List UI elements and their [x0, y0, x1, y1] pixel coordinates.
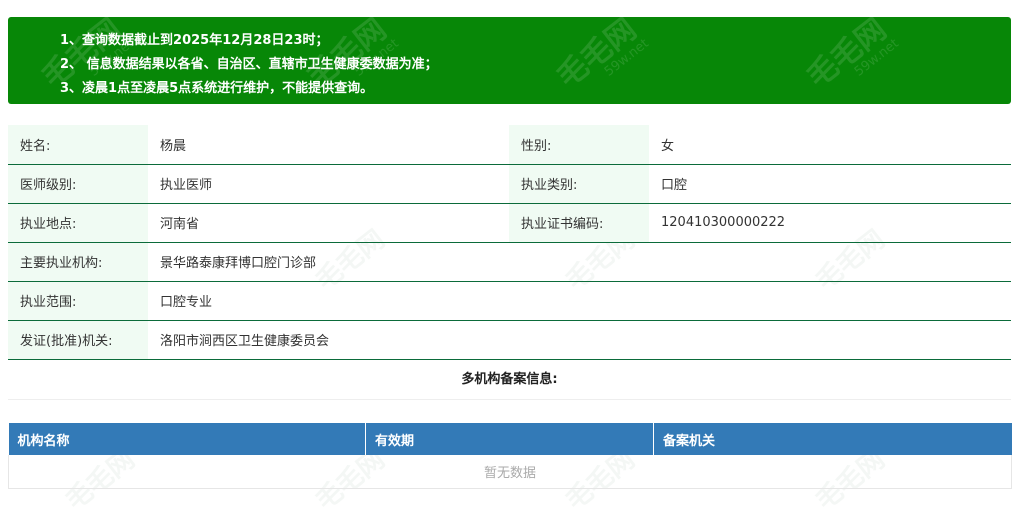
column-header-institution: 机构名称: [8, 423, 366, 455]
location-value: 河南省: [148, 203, 509, 243]
cert-value: 120410300000222: [649, 203, 1011, 243]
table-row: 暂无数据: [8, 455, 1012, 489]
scope-value: 口腔专业: [148, 281, 1011, 321]
cert-label: 执业证书编码:: [509, 203, 649, 243]
gender-value: 女: [649, 125, 1011, 165]
empty-state-text: 暂无数据: [8, 455, 1012, 489]
multi-institution-table: 机构名称 有效期 备案机关 暂无数据: [8, 423, 1012, 489]
notice-line-1: 1、查询数据截止到2025年12月28日23时；: [60, 33, 329, 48]
info-row: 主要执业机构: 景华路泰康拜博口腔门诊部: [8, 242, 1011, 282]
notice-banner: 毛毛网 59w.net 毛毛网 59w.net 毛毛网 59w.net 毛毛网 59w.…: [8, 17, 1011, 104]
table-header-row: 机构名称 有效期 备案机关: [8, 423, 1012, 455]
issuer-value: 洛阳市涧西区卫生健康委员会: [148, 320, 1011, 360]
multi-institution-title: 多机构备案信息:: [8, 360, 1011, 400]
institution-value: 景华路泰康拜博口腔门诊部: [148, 242, 1011, 282]
location-label: 执业地点:: [8, 203, 148, 243]
name-label: 姓名:: [8, 125, 148, 165]
column-header-validity: 有效期: [365, 423, 654, 455]
category-value: 口腔: [649, 164, 1011, 204]
level-value: 执业医师: [148, 164, 509, 204]
notice-line-3: 3、凌晨1点至凌晨5点系统进行维护，不能提供查询。: [60, 81, 374, 96]
column-header-authority: 备案机关: [653, 423, 1012, 455]
info-row: 医师级别: 执业医师 执业类别: 口腔: [8, 164, 1011, 204]
info-row: 姓名: 杨晨 性别: 女: [8, 125, 1011, 165]
category-label: 执业类别:: [509, 164, 649, 204]
scope-label: 执业范围:: [8, 281, 148, 321]
level-label: 医师级别:: [8, 164, 148, 204]
institution-label: 主要执业机构:: [8, 242, 148, 282]
info-row: 发证(批准)机关: 洛阳市涧西区卫生健康委员会: [8, 320, 1011, 360]
notice-line-2: 2、 信息数据结果以各省、自治区、直辖市卫生健康委数据为准；: [60, 57, 438, 72]
gender-label: 性别:: [509, 125, 649, 165]
issuer-label: 发证(批准)机关:: [8, 320, 148, 360]
doctor-info-table: 姓名: 杨晨 性别: 女 医师级别: 执业医师 执业类别: 口腔 执业地点: 河…: [8, 125, 1011, 360]
info-row: 执业地点: 河南省 执业证书编码: 120410300000222: [8, 203, 1011, 243]
info-row: 执业范围: 口腔专业: [8, 281, 1011, 321]
name-value: 杨晨: [148, 125, 509, 165]
